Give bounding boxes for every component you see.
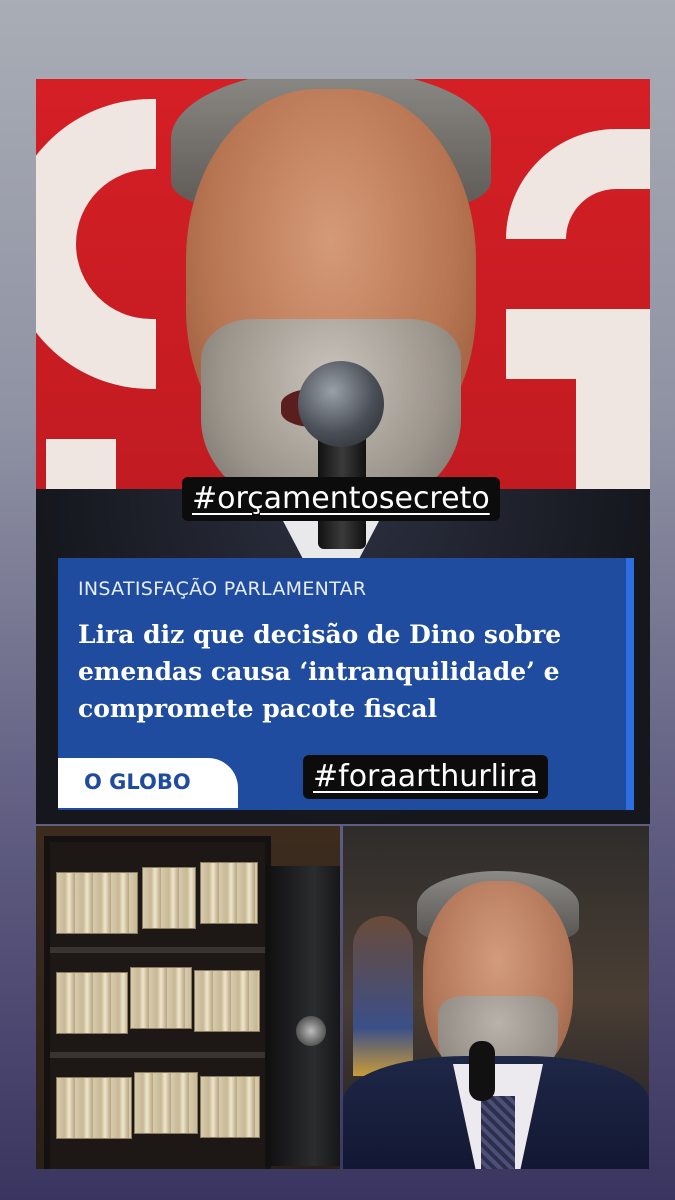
safe-cash-photo	[36, 826, 340, 1169]
news-headline: Lira diz que decisão de Dino sobre emend…	[78, 620, 562, 723]
hashtag-sticker-orcamentosecreto[interactable]: #orçamentosecreto	[182, 477, 500, 521]
backdrop-shape	[506, 129, 650, 239]
backdrop-shape	[576, 379, 650, 499]
backdrop-shape	[506, 309, 650, 379]
hashtag-sticker-foraarthurlira[interactable]: #foraarthurlira	[303, 755, 548, 799]
man-microphone-photo	[343, 826, 649, 1169]
cash-stack	[56, 872, 138, 934]
shelf	[50, 947, 265, 953]
hashtag-text: #orçamentosecreto	[192, 481, 490, 516]
cash-stack	[194, 970, 260, 1032]
o-globo-logo: O GLOBO	[58, 758, 238, 808]
cash-stack	[134, 1072, 198, 1134]
shelf	[50, 1052, 265, 1058]
cash-stack	[56, 972, 128, 1034]
backdrop-shape	[36, 99, 156, 389]
safe-door	[266, 866, 340, 1166]
microphone-icon	[298, 361, 384, 447]
safe-knob-icon	[296, 1016, 326, 1046]
story-canvas: INSATISFAÇÃO PARLAMENTAR Lira diz que de…	[0, 0, 675, 1200]
cash-stack	[130, 967, 192, 1029]
hashtag-text: #foraarthurlira	[313, 759, 538, 794]
microphone-icon	[469, 1041, 495, 1101]
cash-stack	[56, 1077, 132, 1139]
cash-stack	[200, 1076, 260, 1138]
cash-stack	[142, 867, 196, 929]
safe-interior	[44, 836, 271, 1169]
cash-stack	[200, 862, 258, 924]
news-kicker: INSATISFAÇÃO PARLAMENTAR	[78, 578, 367, 600]
logo-text: O GLOBO	[84, 770, 191, 794]
background-person	[353, 916, 413, 1076]
tie	[481, 1096, 515, 1169]
